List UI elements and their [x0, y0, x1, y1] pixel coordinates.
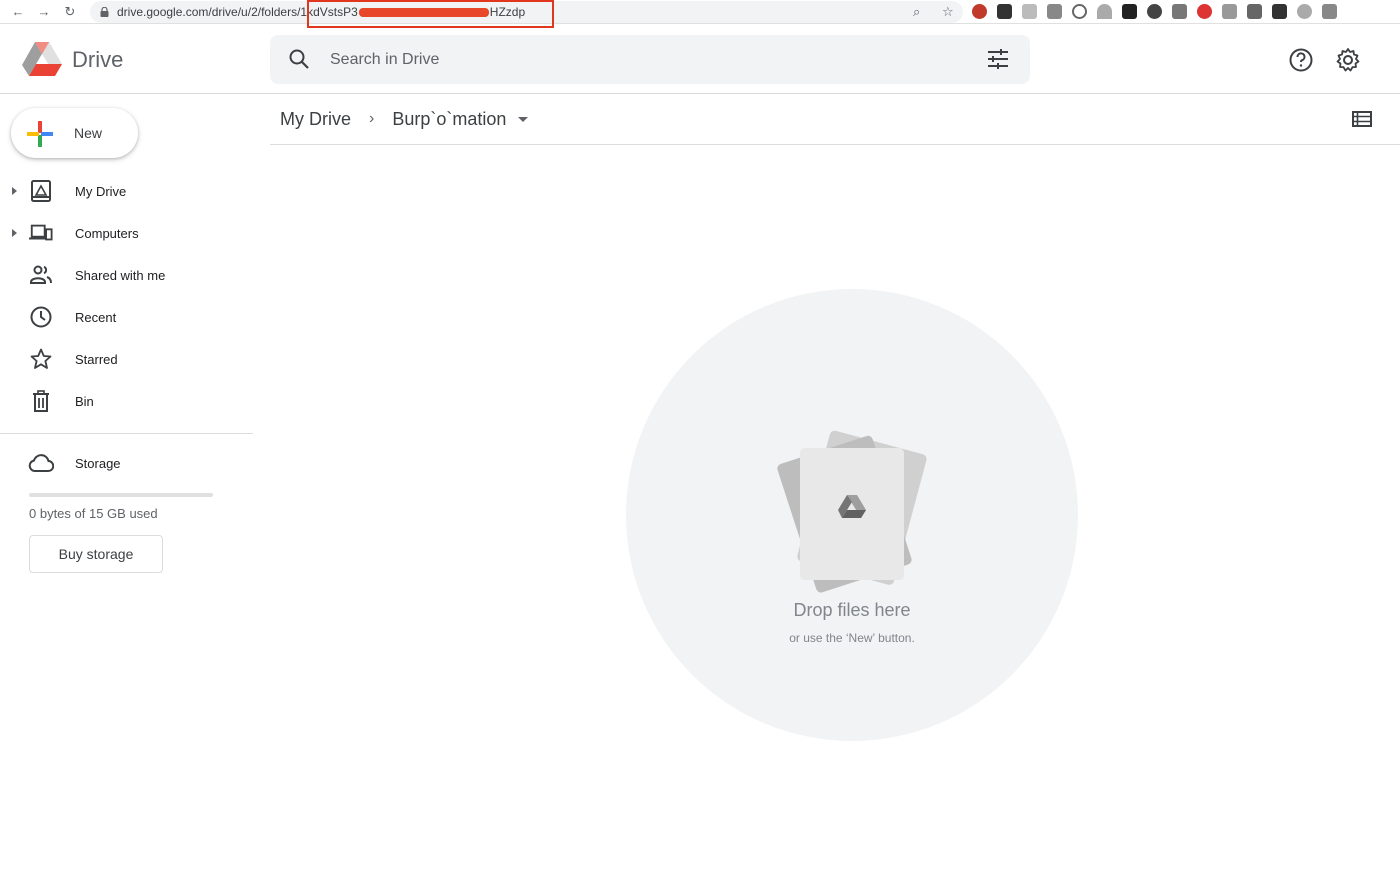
extension-icon[interactable] — [972, 4, 987, 19]
puzzle-icon[interactable] — [1322, 4, 1337, 19]
url-highlight-box — [307, 0, 554, 28]
buy-storage-button[interactable]: Buy storage — [29, 535, 163, 573]
sidebar-item-starred[interactable]: Starred — [0, 338, 253, 380]
extension-icon[interactable] — [1297, 4, 1312, 19]
breadcrumb: My Drive › Burp`o`mation — [280, 107, 529, 131]
extension-icon[interactable] — [1097, 4, 1112, 19]
drop-files-illustration-icon — [777, 430, 927, 593]
browser-toolbar: ← → ↻ drive.google.com/drive/u/2/folders… — [0, 0, 1400, 28]
folder-menu-dropdown-icon[interactable] — [518, 116, 529, 122]
list-view-icon[interactable] — [1352, 111, 1372, 127]
lock-icon — [100, 7, 109, 17]
drop-files-title: Drop files here — [793, 600, 911, 620]
extension-icon[interactable] — [1147, 4, 1162, 19]
my-drive-icon — [31, 180, 51, 202]
extension-icon[interactable] — [1122, 4, 1137, 19]
search-icon[interactable] — [288, 48, 310, 70]
extension-icon[interactable] — [997, 4, 1012, 19]
sidebar-item-label: My Drive — [75, 184, 127, 199]
sidebar-item-label: Bin — [75, 394, 94, 409]
new-button-label: New — [74, 125, 103, 141]
shared-icon — [30, 265, 52, 284]
settings-gear-icon[interactable] — [1335, 47, 1361, 73]
extension-icon[interactable] — [1197, 4, 1212, 19]
sidebar-nav: My Drive Computers Shared with me Recent… — [0, 170, 253, 422]
cloud-icon — [28, 454, 54, 472]
plus-icon — [27, 121, 53, 147]
sidebar-item-label: Computers — [75, 226, 139, 241]
reload-icon[interactable]: ↻ — [57, 0, 83, 24]
sidebar-item-bin[interactable]: Bin — [0, 380, 253, 422]
extension-icon[interactable] — [1247, 4, 1262, 19]
sidebar-item-recent[interactable]: Recent — [0, 296, 253, 338]
search-bar[interactable] — [270, 35, 1030, 84]
main-divider — [270, 144, 1400, 145]
back-icon[interactable]: ← — [5, 0, 31, 24]
new-button[interactable]: New — [11, 108, 138, 158]
extension-icon[interactable] — [1072, 4, 1087, 19]
sidebar-item-label: Shared with me — [75, 268, 166, 283]
breadcrumb-my-drive[interactable]: My Drive — [280, 109, 351, 130]
help-icon[interactable] — [1288, 47, 1314, 73]
clock-icon — [30, 306, 52, 328]
star-icon — [30, 348, 52, 369]
breadcrumb-current-folder[interactable]: Burp`o`mation — [392, 109, 506, 130]
storage-label: Storage — [75, 456, 121, 471]
extension-icon[interactable] — [1272, 4, 1287, 19]
computers-icon — [29, 224, 53, 241]
zoom-icon[interactable]: ⌕ — [913, 4, 920, 20]
sidebar-item-storage[interactable]: Storage — [0, 442, 253, 484]
chevron-right-icon: › — [369, 110, 375, 127]
search-input[interactable] — [330, 47, 970, 73]
app-name[interactable]: Drive — [72, 47, 123, 73]
expand-arrow-icon[interactable] — [12, 229, 17, 237]
drop-files-subtitle: or use the ‘New’ button. — [789, 631, 915, 645]
expand-arrow-icon[interactable] — [12, 187, 17, 195]
sidebar-item-label: Recent — [75, 310, 117, 325]
search-options-icon[interactable] — [987, 49, 1009, 69]
extension-icon[interactable] — [1172, 4, 1187, 19]
storage-progress-bar — [29, 493, 213, 497]
bin-icon — [33, 390, 49, 412]
drive-logo-icon[interactable] — [22, 41, 62, 77]
extension-icon[interactable] — [1222, 4, 1237, 19]
sidebar-item-shared-with-me[interactable]: Shared with me — [0, 254, 253, 296]
forward-icon[interactable]: → — [31, 0, 57, 24]
sidebar-item-label: Starred — [75, 352, 118, 367]
extension-icon[interactable] — [1047, 4, 1062, 19]
storage-used-text: 0 bytes of 15 GB used — [29, 506, 158, 521]
extension-icon[interactable] — [1022, 4, 1037, 19]
sidebar-divider — [0, 433, 253, 434]
extensions-row — [972, 4, 1337, 19]
sidebar-item-my-drive[interactable]: My Drive — [0, 170, 253, 212]
sidebar-item-computers[interactable]: Computers — [0, 212, 253, 254]
address-bar[interactable]: drive.google.com/drive/u/2/folders/1kdVs… — [90, 0, 963, 28]
bookmark-star-icon[interactable]: ☆ — [942, 4, 954, 20]
app-header: Drive — [0, 25, 1400, 94]
